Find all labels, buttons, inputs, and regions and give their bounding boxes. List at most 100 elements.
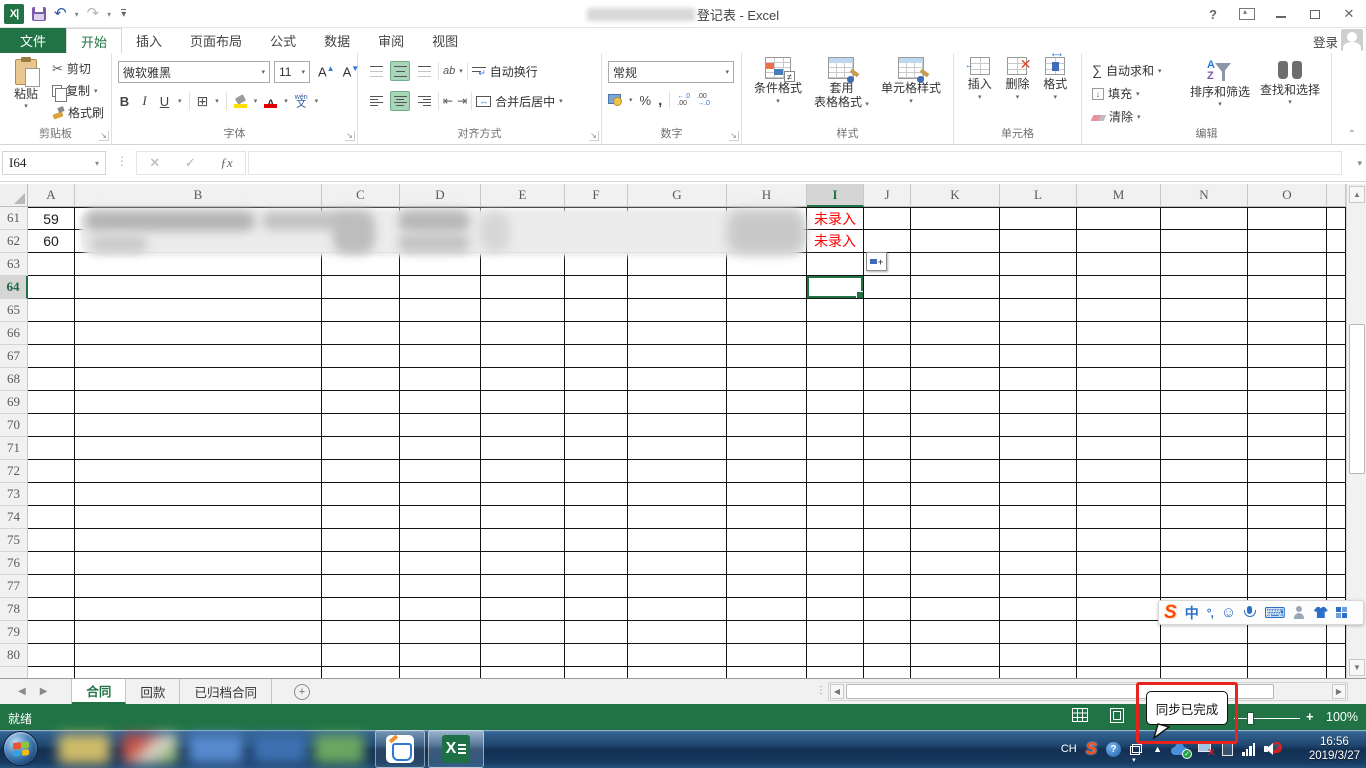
cell-F70[interactable] <box>565 414 628 437</box>
percent-style-button[interactable]: % <box>640 93 652 108</box>
cell-N73[interactable] <box>1161 483 1248 506</box>
borders-icon[interactable]: ⊞ <box>197 93 209 110</box>
cell-A67[interactable] <box>28 345 75 368</box>
skin-icon[interactable] <box>1314 607 1328 618</box>
format-cells-button[interactable]: ⟷ 格式▾ <box>1043 57 1067 101</box>
column-header-E[interactable]: E <box>481 184 565 207</box>
row-header-67[interactable]: 67 <box>0 345 28 368</box>
row-header-61[interactable]: 61 <box>0 207 28 230</box>
vertical-scroll-thumb[interactable] <box>1349 324 1365 474</box>
cell-A63[interactable] <box>28 253 75 276</box>
cell-E63[interactable] <box>481 253 565 276</box>
redacted-taskbar-icon[interactable] <box>122 734 178 764</box>
cell-O76[interactable] <box>1248 552 1327 575</box>
cell-E68[interactable] <box>481 368 565 391</box>
enter-icon[interactable]: ✓ <box>185 155 196 171</box>
cell-C68[interactable] <box>322 368 400 391</box>
cell-E76[interactable] <box>481 552 565 575</box>
cell-sl74[interactable] <box>1327 506 1346 529</box>
cell-K74[interactable] <box>911 506 1000 529</box>
cell-H81[interactable] <box>727 667 807 678</box>
sheet-tab-合同[interactable]: 合同 <box>72 679 126 704</box>
cell-E79[interactable] <box>481 621 565 644</box>
cell-L64[interactable] <box>1000 276 1077 299</box>
ribbon-tab-插入[interactable]: 插入 <box>122 28 176 53</box>
sync-cloud-icon[interactable]: ✓ <box>1171 743 1189 756</box>
formula-input[interactable] <box>248 151 1342 175</box>
cell-E67[interactable] <box>481 345 565 368</box>
column-header-N[interactable]: N <box>1161 184 1248 207</box>
cell-N67[interactable] <box>1161 345 1248 368</box>
cell-N76[interactable] <box>1161 552 1248 575</box>
cell-C67[interactable] <box>322 345 400 368</box>
cell-E80[interactable] <box>481 644 565 667</box>
cell-A75[interactable] <box>28 529 75 552</box>
cell-G70[interactable] <box>628 414 727 437</box>
cell-L75[interactable] <box>1000 529 1077 552</box>
cell-O81[interactable] <box>1248 667 1327 678</box>
cell-F72[interactable] <box>565 460 628 483</box>
cell-G81[interactable] <box>628 667 727 678</box>
cell-K67[interactable] <box>911 345 1000 368</box>
cell-F73[interactable] <box>565 483 628 506</box>
column-header-O[interactable]: O <box>1248 184 1327 207</box>
cell-J78[interactable] <box>864 598 911 621</box>
row-header-81[interactable] <box>0 667 28 678</box>
customize-qat-icon[interactable]: ▾ <box>121 9 126 19</box>
cell-K69[interactable] <box>911 391 1000 414</box>
column-header-J[interactable]: J <box>864 184 911 207</box>
cell-D63[interactable] <box>400 253 481 276</box>
cell-I72[interactable] <box>807 460 864 483</box>
cell-D64[interactable] <box>400 276 481 299</box>
column-header-B[interactable]: B <box>75 184 322 207</box>
cell-J61[interactable] <box>864 207 911 230</box>
taskbar-excel-button[interactable]: X <box>428 730 484 768</box>
cell-E78[interactable] <box>481 598 565 621</box>
cell-B66[interactable] <box>75 322 322 345</box>
cell-O73[interactable] <box>1248 483 1327 506</box>
sign-in-link[interactable]: 登录 <box>1313 32 1338 51</box>
cell-sl68[interactable] <box>1327 368 1346 391</box>
alignment-dialog-launcher[interactable]: ↘ <box>589 131 599 141</box>
cell-E75[interactable] <box>481 529 565 552</box>
cell-J77[interactable] <box>864 575 911 598</box>
cell-M62[interactable] <box>1077 230 1161 253</box>
zoom-in-icon[interactable]: + <box>1306 709 1314 724</box>
cell-J69[interactable] <box>864 391 911 414</box>
ribbon-tab-审阅[interactable]: 审阅 <box>364 28 418 53</box>
decrease-decimal-icon[interactable]: .00→.0 <box>697 93 710 107</box>
cell-N62[interactable] <box>1161 230 1248 253</box>
cell-I63[interactable] <box>807 253 864 276</box>
close-button[interactable]: ✕ <box>1332 0 1366 28</box>
column-header-partial[interactable] <box>1327 184 1346 207</box>
cell-G80[interactable] <box>628 644 727 667</box>
row-header-74[interactable]: 74 <box>0 506 28 529</box>
cell-L66[interactable] <box>1000 322 1077 345</box>
cell-J74[interactable] <box>864 506 911 529</box>
cell-K75[interactable] <box>911 529 1000 552</box>
cell-E74[interactable] <box>481 506 565 529</box>
redacted-taskbar-icon[interactable] <box>188 734 244 764</box>
cell-J64[interactable] <box>864 276 911 299</box>
expand-formula-bar-icon[interactable]: ▾ <box>1357 158 1362 169</box>
cell-M66[interactable] <box>1077 322 1161 345</box>
cell-B80[interactable] <box>75 644 322 667</box>
cell-H67[interactable] <box>727 345 807 368</box>
cell-J80[interactable] <box>864 644 911 667</box>
cell-B77[interactable] <box>75 575 322 598</box>
increase-decimal-icon[interactable]: ←.0.00 <box>677 93 690 107</box>
cell-C78[interactable] <box>322 598 400 621</box>
cell-C75[interactable] <box>322 529 400 552</box>
help-tray-icon[interactable]: ? <box>1106 742 1121 757</box>
cancel-icon[interactable]: ✕ <box>149 155 160 171</box>
cell-G73[interactable] <box>628 483 727 506</box>
cell-J75[interactable] <box>864 529 911 552</box>
cell-E72[interactable] <box>481 460 565 483</box>
cell-sl72[interactable] <box>1327 460 1346 483</box>
scroll-right-icon[interactable]: ▶ <box>1332 684 1346 699</box>
cell-N68[interactable] <box>1161 368 1248 391</box>
cell-K68[interactable] <box>911 368 1000 391</box>
cell-I77[interactable] <box>807 575 864 598</box>
cell-B70[interactable] <box>75 414 322 437</box>
decrease-indent-icon[interactable]: ⇤ <box>443 94 453 108</box>
